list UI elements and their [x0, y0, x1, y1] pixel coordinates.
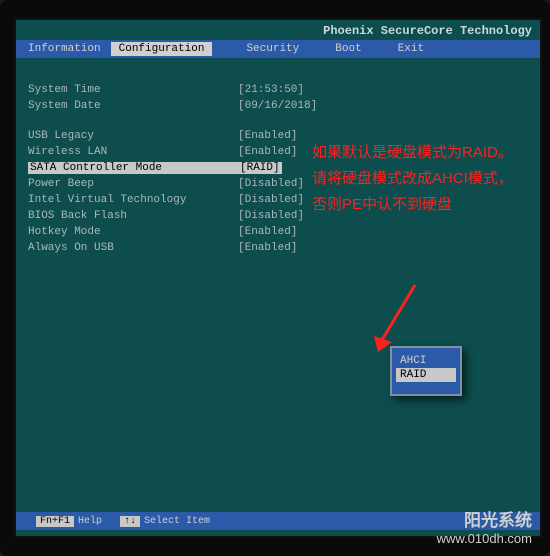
wireless-lan-label: Wireless LAN [28, 146, 238, 158]
watermark-title: 阳光系统 [437, 506, 532, 531]
tab-exit[interactable]: Exit [390, 42, 432, 56]
sata-mode-popup: AHCI RAID [390, 346, 462, 396]
tab-information[interactable]: Information [20, 42, 109, 56]
watermark: 阳光系统 www.010dh.com [437, 506, 532, 546]
bios-title: Phoenix SecureCore Technology [16, 20, 540, 40]
power-beep-value[interactable]: [Disabled] [238, 178, 304, 190]
help-text-select-item: Select Item [144, 516, 210, 527]
system-date-label: System Date [28, 100, 238, 112]
sata-controller-label: SATA Controller Mode [28, 162, 238, 174]
annotation-line-2: 请将硬盘模式改成AHCI模式， [312, 166, 536, 192]
tab-boot[interactable]: Boot [327, 42, 369, 56]
laptop-frame: Phoenix SecureCore Technology Informatio… [0, 0, 550, 556]
system-time-value[interactable]: [21:53:50] [238, 84, 304, 96]
arrow-icon [370, 280, 420, 355]
watermark-url: www.010dh.com [437, 531, 532, 546]
bios-back-flash-value[interactable]: [Disabled] [238, 210, 304, 222]
screen-bezel: Phoenix SecureCore Technology Informatio… [14, 18, 542, 538]
hotkey-mode-value[interactable]: [Enabled] [238, 226, 297, 238]
bios-back-flash-label: BIOS Back Flash [28, 210, 238, 222]
help-key-updown: ↑↓ [120, 516, 140, 527]
always-on-usb-value[interactable]: [Enabled] [238, 242, 297, 254]
system-date-row[interactable]: System Date [09/16/2018] [28, 98, 528, 114]
intel-vt-label: Intel Virtual Technology [28, 194, 238, 206]
help-key-f1: Fn+F1 [36, 516, 74, 527]
tab-security[interactable]: Security [238, 42, 307, 56]
system-date-value[interactable]: [09/16/2018] [238, 100, 317, 112]
usb-legacy-value[interactable]: [Enabled] [238, 130, 297, 142]
system-time-row[interactable]: System Time [21:53:50] [28, 82, 528, 98]
always-on-usb-row[interactable]: Always On USB [Enabled] [28, 240, 528, 256]
system-time-label: System Time [28, 84, 238, 96]
hotkey-mode-label: Hotkey Mode [28, 226, 238, 238]
hotkey-mode-row[interactable]: Hotkey Mode [Enabled] [28, 224, 528, 240]
annotation-text: 如果默认是硬盘模式为RAID。 请将硬盘模式改成AHCI模式， 否则PE中认不到… [312, 140, 536, 218]
menu-bar: Information Configuration Security Boot … [16, 40, 540, 58]
wireless-lan-value[interactable]: [Enabled] [238, 146, 297, 158]
power-beep-label: Power Beep [28, 178, 238, 190]
always-on-usb-label: Always On USB [28, 242, 238, 254]
help-text-help: Help [78, 516, 102, 527]
bios-screen: Phoenix SecureCore Technology Informatio… [16, 20, 540, 536]
popup-option-raid[interactable]: RAID [396, 368, 456, 382]
intel-vt-value[interactable]: [Disabled] [238, 194, 304, 206]
annotation-line-1: 如果默认是硬盘模式为RAID。 [312, 140, 536, 166]
popup-option-ahci[interactable]: AHCI [396, 354, 456, 368]
tab-configuration[interactable]: Configuration [111, 42, 213, 56]
sata-controller-value[interactable]: [RAID] [238, 162, 282, 174]
annotation-line-3: 否则PE中认不到硬盘 [312, 192, 536, 218]
usb-legacy-label: USB Legacy [28, 130, 238, 142]
